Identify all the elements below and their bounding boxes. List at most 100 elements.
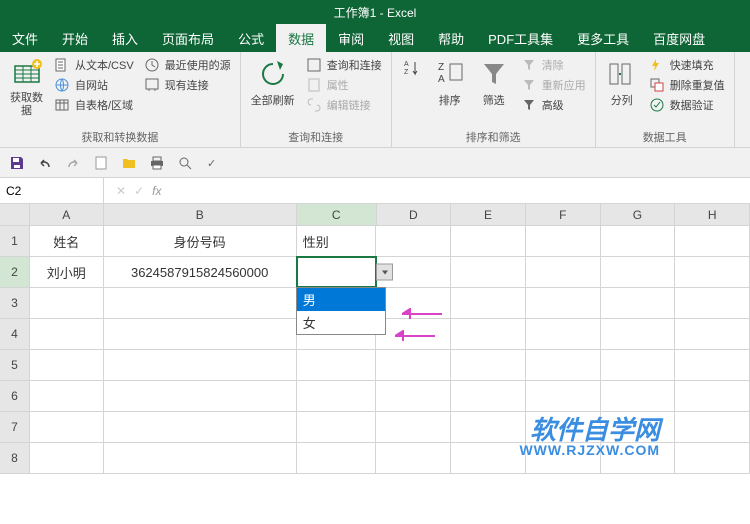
- flash-fill-button[interactable]: 快速填充: [646, 56, 728, 74]
- cell-e5[interactable]: [451, 350, 526, 380]
- enter-icon[interactable]: ✓: [134, 184, 144, 198]
- cell-h3[interactable]: [675, 288, 750, 318]
- cell-a1[interactable]: 姓名: [30, 226, 104, 256]
- cell-b6[interactable]: [104, 381, 297, 411]
- cell-f2[interactable]: [526, 257, 601, 287]
- col-header-c[interactable]: C: [297, 204, 377, 225]
- from-web-button[interactable]: 自网站: [51, 76, 137, 94]
- cell-h7[interactable]: [675, 412, 750, 442]
- recent-sources-button[interactable]: 最近使用的源: [141, 56, 234, 74]
- menu-formula[interactable]: 公式: [226, 24, 276, 52]
- cell-b2[interactable]: 3624587915824560000: [104, 257, 297, 287]
- cell-b1[interactable]: 身份号码: [104, 226, 297, 256]
- cell-f1[interactable]: [526, 226, 601, 256]
- menu-baidu[interactable]: 百度网盘: [641, 24, 717, 52]
- row-header-4[interactable]: 4: [0, 319, 30, 349]
- dropdown-item-female[interactable]: 女: [297, 311, 385, 334]
- cell-e4[interactable]: [451, 319, 526, 349]
- cell-b8[interactable]: [104, 443, 297, 473]
- dropdown-item-male[interactable]: 男: [297, 288, 385, 311]
- col-header-d[interactable]: D: [377, 204, 452, 225]
- open-button[interactable]: [120, 154, 138, 172]
- row-header-8[interactable]: 8: [0, 443, 30, 473]
- new-button[interactable]: [92, 154, 110, 172]
- cell-h5[interactable]: [675, 350, 750, 380]
- sort-button[interactable]: ZA 排序: [430, 56, 470, 110]
- cell-d8[interactable]: [376, 443, 451, 473]
- menu-pdf[interactable]: PDF工具集: [476, 24, 565, 52]
- advanced-button[interactable]: 高级: [518, 96, 589, 114]
- menu-more[interactable]: 更多工具: [565, 24, 641, 52]
- cell-b7[interactable]: [104, 412, 297, 442]
- save-button[interactable]: [8, 154, 26, 172]
- cell-c1[interactable]: 性别: [297, 226, 377, 256]
- cell-f4[interactable]: [526, 319, 601, 349]
- remove-dup-button[interactable]: 删除重复值: [646, 76, 728, 94]
- cell-g4[interactable]: [601, 319, 676, 349]
- cell-g5[interactable]: [601, 350, 676, 380]
- cell-f5[interactable]: [526, 350, 601, 380]
- cell-d6[interactable]: [376, 381, 451, 411]
- fx-icon[interactable]: fx: [152, 184, 161, 198]
- row-header-1[interactable]: 1: [0, 226, 30, 256]
- row-header-2[interactable]: 2: [0, 257, 30, 287]
- queries-button[interactable]: 查询和连接: [303, 56, 385, 74]
- cell-c5[interactable]: [297, 350, 377, 380]
- cell-d1[interactable]: [376, 226, 451, 256]
- cell-h8[interactable]: [675, 443, 750, 473]
- cell-g6[interactable]: [601, 381, 676, 411]
- sort-asc-button[interactable]: AZ: [398, 56, 426, 80]
- row-header-5[interactable]: 5: [0, 350, 30, 380]
- col-header-a[interactable]: A: [30, 204, 104, 225]
- data-validation-button[interactable]: 数据验证: [646, 96, 728, 114]
- redo-button[interactable]: [64, 154, 82, 172]
- cell-e8[interactable]: [451, 443, 526, 473]
- cell-d2[interactable]: [376, 257, 451, 287]
- cell-c8[interactable]: [297, 443, 377, 473]
- cell-g2[interactable]: [601, 257, 676, 287]
- select-all-corner[interactable]: [0, 204, 30, 225]
- col-header-b[interactable]: B: [104, 204, 297, 225]
- name-box[interactable]: C2: [0, 178, 104, 203]
- cell-b4[interactable]: [104, 319, 297, 349]
- formula-bar[interactable]: [173, 178, 750, 203]
- text-to-columns-button[interactable]: 分列: [602, 56, 642, 110]
- cell-e2[interactable]: [451, 257, 526, 287]
- preview-button[interactable]: [176, 154, 194, 172]
- cell-d5[interactable]: [376, 350, 451, 380]
- cell-g1[interactable]: [601, 226, 676, 256]
- col-header-g[interactable]: G: [601, 204, 676, 225]
- cell-a6[interactable]: [30, 381, 104, 411]
- menu-data[interactable]: 数据: [276, 24, 326, 52]
- cell-e1[interactable]: [451, 226, 526, 256]
- menu-help[interactable]: 帮助: [426, 24, 476, 52]
- cell-c6[interactable]: [297, 381, 377, 411]
- existing-conn-button[interactable]: 现有连接: [141, 76, 234, 94]
- menu-file[interactable]: 文件: [0, 24, 50, 52]
- cell-f6[interactable]: [526, 381, 601, 411]
- col-header-e[interactable]: E: [451, 204, 526, 225]
- cell-a2[interactable]: 刘小明: [30, 257, 104, 287]
- cell-f3[interactable]: [526, 288, 601, 318]
- undo-button[interactable]: [36, 154, 54, 172]
- row-header-3[interactable]: 3: [0, 288, 30, 318]
- cell-e7[interactable]: [451, 412, 526, 442]
- row-header-6[interactable]: 6: [0, 381, 30, 411]
- get-data-button[interactable]: 获取数 据: [6, 56, 47, 120]
- cell-e3[interactable]: [451, 288, 526, 318]
- cell-a7[interactable]: [30, 412, 104, 442]
- cell-c7[interactable]: [297, 412, 377, 442]
- cell-h1[interactable]: [675, 226, 750, 256]
- from-csv-button[interactable]: 从文本/CSV: [51, 56, 137, 74]
- print-button[interactable]: [148, 154, 166, 172]
- cell-d7[interactable]: [376, 412, 451, 442]
- cell-a8[interactable]: [30, 443, 104, 473]
- cell-a5[interactable]: [30, 350, 104, 380]
- cell-b5[interactable]: [104, 350, 297, 380]
- cell-c2[interactable]: 男 女: [297, 257, 377, 287]
- filter-button[interactable]: 筛选: [474, 56, 514, 110]
- menu-view[interactable]: 视图: [376, 24, 426, 52]
- col-header-h[interactable]: H: [675, 204, 750, 225]
- spell-button[interactable]: ✓: [204, 154, 222, 172]
- cell-h2[interactable]: [675, 257, 750, 287]
